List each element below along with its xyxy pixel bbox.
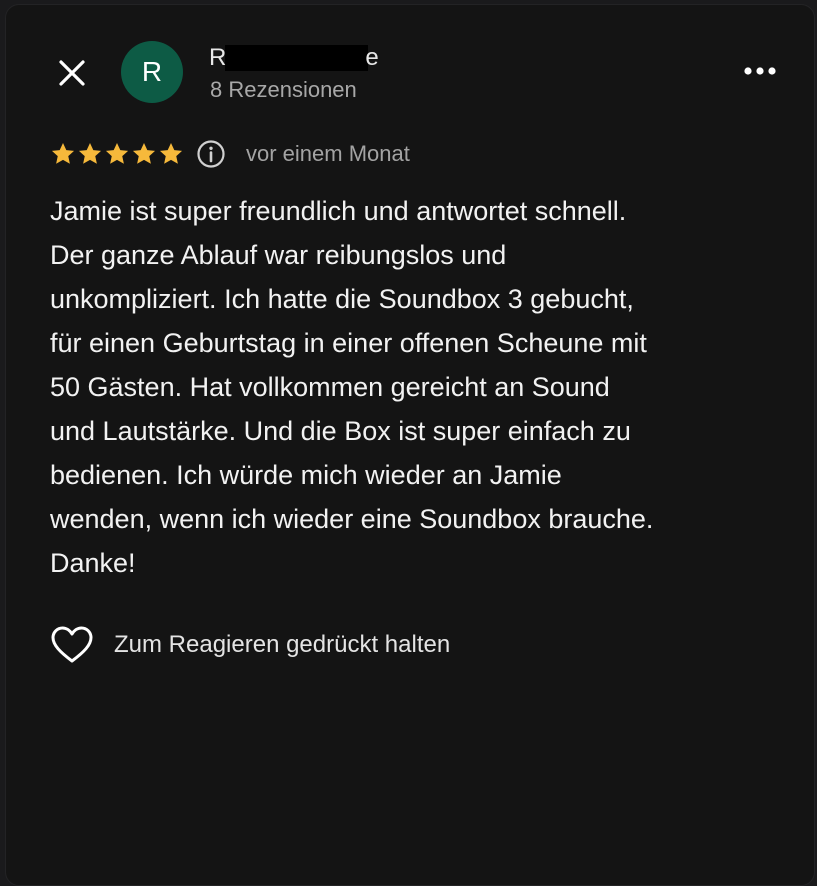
review-date: vor einem Monat: [246, 141, 410, 166]
react-label: Zum Reagieren gedrückt halten: [114, 631, 451, 658]
react-button[interactable]: Zum Reagieren gedrückt halten: [50, 623, 450, 667]
rating-row: vor einem Monat: [50, 137, 410, 171]
heart-icon: [51, 626, 93, 663]
name-redaction: [225, 45, 369, 71]
review-text: Jamie ist super freundlich und antwortet…: [50, 196, 654, 578]
author-name-end: e: [365, 44, 379, 71]
star-icon: [51, 142, 75, 164]
avatar[interactable]: R: [121, 41, 183, 103]
avatar-initial: R: [141, 56, 163, 87]
review-count: 8 Rezensionen: [210, 77, 357, 102]
star-icon: [105, 142, 129, 164]
star-icon: [132, 142, 156, 164]
star-icon: [159, 142, 183, 164]
more-horizontal-icon: [744, 67, 776, 75]
star-icon: [78, 142, 102, 164]
author-name[interactable]: Re: [209, 43, 379, 73]
close-button[interactable]: [52, 53, 92, 93]
star-rating: [50, 141, 184, 167]
review-panel: R Re 8 Rezensionen vor einem Monat Jamie…: [5, 4, 815, 886]
more-options-button[interactable]: [738, 55, 782, 87]
info-icon[interactable]: [196, 139, 226, 169]
close-icon: [59, 60, 85, 86]
author-name-start: R: [209, 44, 227, 71]
